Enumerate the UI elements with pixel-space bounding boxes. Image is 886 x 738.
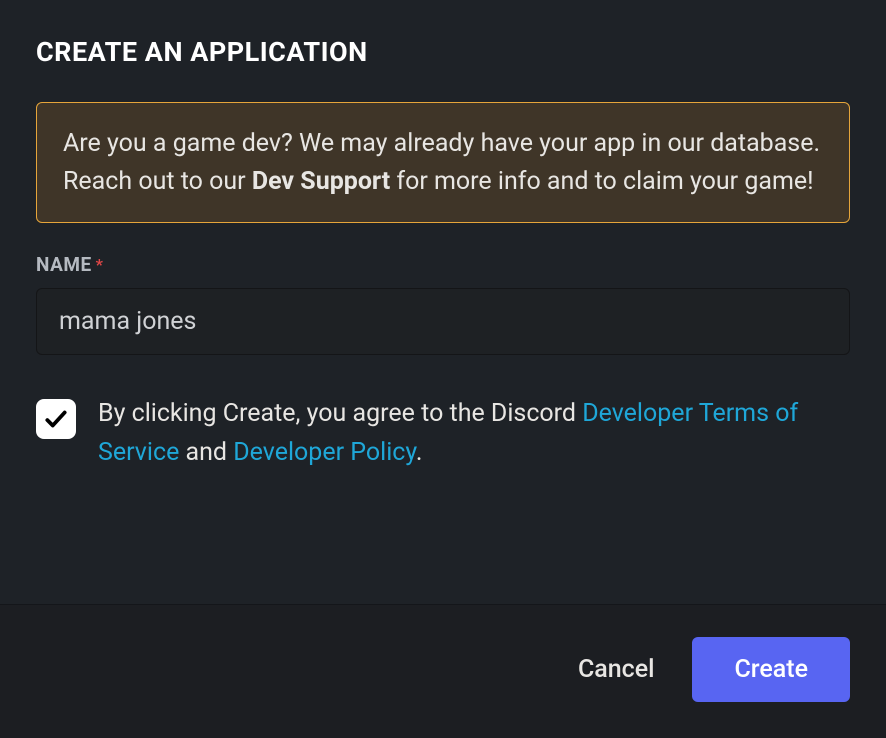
info-text-suffix: for more info and to claim your game!	[390, 167, 813, 196]
agreement-row: By clicking Create, you agree to the Dis…	[36, 395, 850, 473]
checkmark-icon	[43, 406, 69, 432]
agreement-suffix: .	[416, 438, 423, 467]
agreement-text: By clicking Create, you agree to the Dis…	[98, 395, 850, 473]
dev-info-box: Are you a game dev? We may already have …	[36, 102, 850, 223]
dev-info-text: Are you a game dev? We may already have …	[63, 125, 823, 200]
agreement-middle: and	[179, 438, 233, 467]
create-application-modal: CREATE AN APPLICATION Are you a game dev…	[0, 0, 886, 738]
agreement-checkbox[interactable]	[36, 399, 76, 439]
policy-link[interactable]: Developer Policy	[233, 438, 416, 467]
create-button[interactable]: Create	[692, 637, 850, 702]
cancel-button[interactable]: Cancel	[574, 647, 659, 692]
name-label-text: NAME	[36, 253, 92, 276]
modal-body: CREATE AN APPLICATION Are you a game dev…	[0, 0, 886, 604]
modal-title: CREATE AN APPLICATION	[36, 36, 850, 68]
dev-support-link[interactable]: Dev Support	[252, 167, 390, 196]
required-indicator: *	[96, 255, 104, 274]
name-field-label: NAME *	[36, 253, 850, 276]
name-input[interactable]	[36, 288, 850, 355]
agreement-prefix: By clicking Create, you agree to the Dis…	[98, 399, 582, 428]
modal-footer: Cancel Create	[0, 604, 886, 738]
